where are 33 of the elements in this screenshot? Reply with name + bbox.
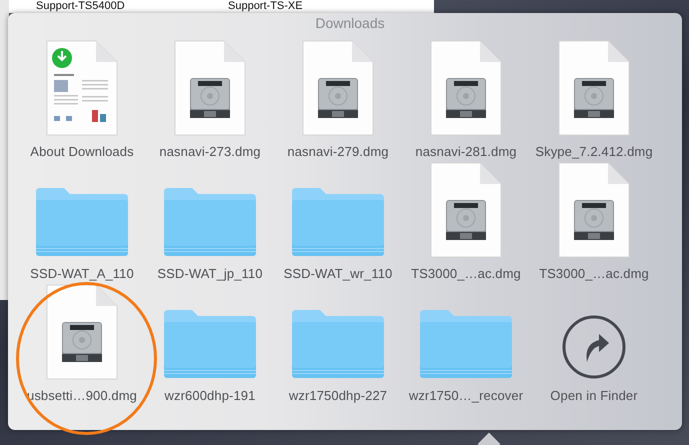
file-name: nasnavi-279.dmg xyxy=(287,144,389,159)
folder-icon xyxy=(162,308,258,380)
file-name: Skype_7.2.412.dmg xyxy=(535,144,653,159)
folder-icon xyxy=(34,186,130,258)
disk-image-icon xyxy=(558,162,630,258)
file-name: SSD-WAT_wr_110 xyxy=(284,266,392,281)
file-name: SSD-WAT_A_110 xyxy=(30,266,134,281)
file-name: wzr1750…_recover xyxy=(408,388,524,403)
disk-image-icon xyxy=(430,40,502,136)
folder-icon xyxy=(290,308,386,380)
file-name: TS3000_…ac.dmg xyxy=(539,266,649,281)
folder-icon xyxy=(290,186,386,258)
open-in-finder-label: Open in Finder xyxy=(550,388,638,403)
disk-image-icon xyxy=(302,40,374,136)
file-name: TS3000_…ac.dmg xyxy=(411,266,521,281)
window-text: Support-TS5400D xyxy=(35,0,126,12)
popover-title: Downloads xyxy=(314,14,386,33)
document-icon xyxy=(46,40,118,136)
file-name: wzr1750dhp-227 xyxy=(288,388,388,403)
disk-image-icon xyxy=(174,40,246,136)
file-name: SSD-WAT_jp_110 xyxy=(157,266,263,281)
open-in-finder-icon xyxy=(561,314,627,380)
file-name: wzr600dhp-191 xyxy=(164,388,256,403)
file-name: nasnavi-273.dmg xyxy=(159,144,261,159)
folder-icon xyxy=(418,308,514,380)
window-text: Support-TS-XE xyxy=(227,0,304,12)
disk-image-icon xyxy=(430,162,502,258)
file-name: usbsetti…900.dmg xyxy=(27,388,137,403)
disk-image-icon xyxy=(558,40,630,136)
file-name: nasnavi-281.dmg xyxy=(415,144,517,159)
disk-image-icon xyxy=(46,284,118,380)
folder-icon xyxy=(162,186,258,258)
file-name: About Downloads xyxy=(30,144,134,159)
